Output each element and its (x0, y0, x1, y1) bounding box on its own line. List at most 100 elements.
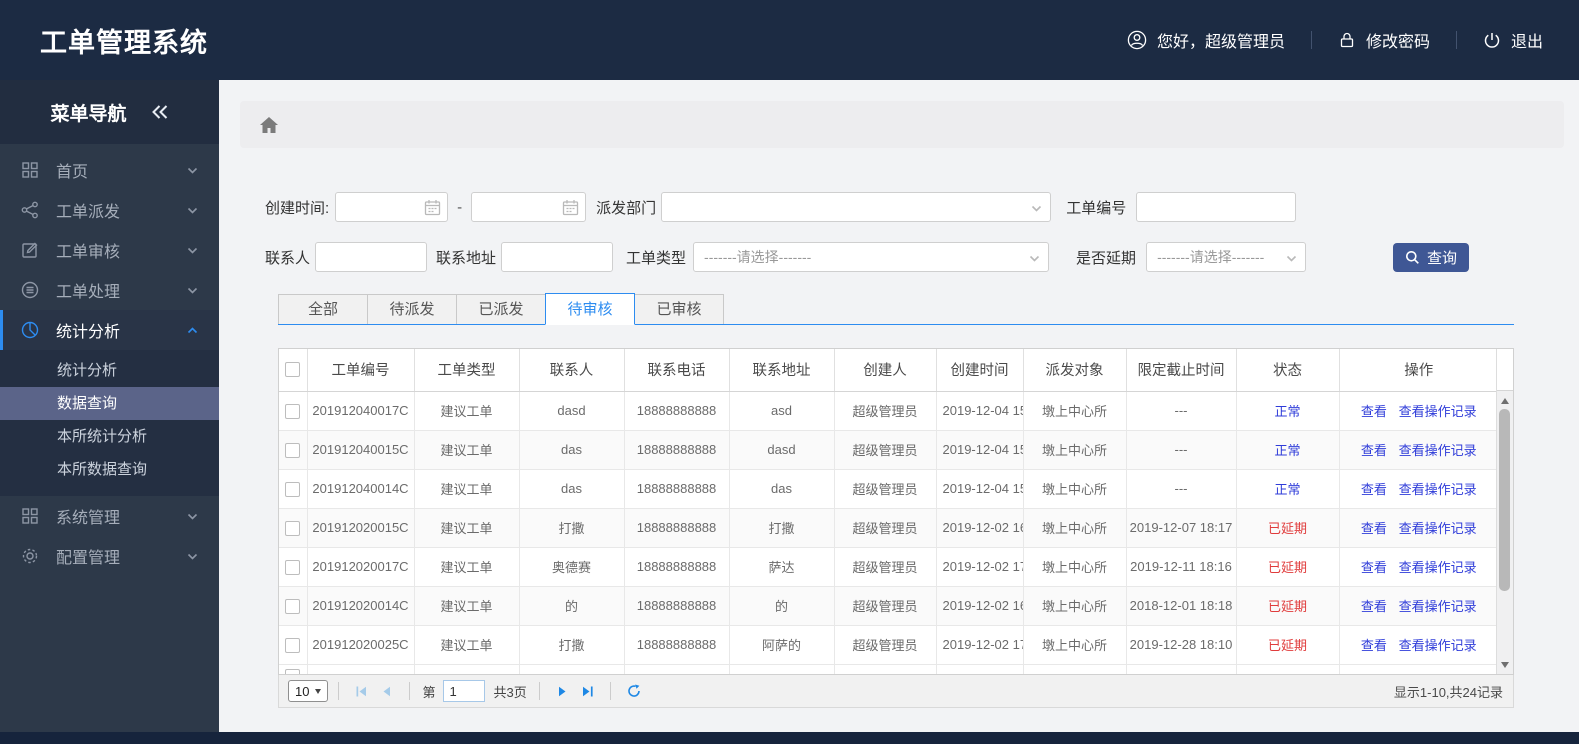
next-page-button[interactable] (556, 685, 569, 698)
first-page-button[interactable] (355, 685, 368, 698)
view-log-link[interactable]: 查看操作记录 (1399, 599, 1477, 614)
divider (538, 682, 540, 700)
row-checkbox[interactable] (285, 598, 301, 614)
breadcrumb (240, 101, 1564, 148)
sidebar-subitem-office-data-query[interactable]: 本所数据查询 (0, 453, 219, 486)
row-checkbox[interactable] (285, 403, 301, 419)
sidebar-title: 菜单导航 (0, 80, 219, 144)
user-greeting[interactable]: 您好，超级管理员 (1127, 28, 1285, 52)
view-link[interactable]: 查看 (1361, 638, 1387, 653)
table-row: 201912040015C 建议工单 das 18888888888 dasd … (279, 430, 1498, 470)
cell-checkbox (279, 625, 308, 665)
prev-page-button[interactable] (380, 685, 393, 698)
change-password-button[interactable]: 修改密码 (1338, 28, 1430, 52)
view-link[interactable]: 查看 (1361, 443, 1387, 458)
cell-contact: das (519, 430, 625, 470)
cell-dispatch-target: 墩上中心所 (1023, 547, 1127, 587)
cell-status: 已延期 (1236, 547, 1340, 587)
row-checkbox[interactable] (285, 481, 301, 497)
sidebar-item-statistics[interactable]: 统计分析 (0, 310, 219, 350)
grid-icon (21, 507, 41, 525)
tab-all[interactable]: 全部 (278, 294, 368, 324)
record-summary: 显示1-10,共24记录 (1393, 684, 1503, 700)
view-link[interactable]: 查看 (1361, 599, 1387, 614)
row-checkbox[interactable] (285, 668, 301, 674)
sidebar-subitem-statistics[interactable]: 统计分析 (0, 354, 219, 387)
order-no-input[interactable] (1136, 192, 1297, 222)
cell-address: 的 (729, 586, 835, 626)
scrollbar-thumb[interactable] (1499, 409, 1510, 591)
cell-status: 正常 (1236, 391, 1340, 431)
dispatch-dept-select[interactable] (661, 192, 1052, 222)
scroll-down-arrow[interactable] (1501, 662, 1509, 668)
col-header-address: 联系地址 (729, 349, 835, 392)
sidebar-item-config[interactable]: 配置管理 (0, 536, 219, 576)
view-log-link[interactable]: 查看操作记录 (1399, 404, 1477, 419)
sidebar-item-dispatch[interactable]: 工单派发 (0, 190, 219, 230)
page-number-input[interactable] (443, 680, 486, 702)
table-row: 201912020014C 建议工单 的 18888888888 的 超级管理员… (279, 586, 1498, 626)
search-button[interactable]: 查询 (1393, 242, 1469, 272)
cell-status: 已延期 (1236, 625, 1340, 665)
row-checkbox[interactable] (285, 559, 301, 575)
address-label: 联系地址 (436, 249, 497, 267)
cell-phone: 18888888888 (624, 508, 730, 548)
row-checkbox[interactable] (285, 520, 301, 536)
sidebar-item-home[interactable]: 首页 (0, 150, 219, 190)
row-checkbox[interactable] (285, 442, 301, 458)
collapse-sidebar-icon[interactable] (151, 104, 169, 120)
logout-button[interactable]: 退出 (1483, 28, 1543, 52)
cell-order-no: 201912020014C (307, 586, 415, 626)
cell-actions: 查看 查看操作记录 (1339, 508, 1498, 548)
row-checkbox[interactable] (285, 637, 301, 653)
sidebar-item-review[interactable]: 工单审核 (0, 230, 219, 270)
is-delayed-select[interactable]: -------请选择------- (1146, 242, 1307, 272)
chevron-down-icon (315, 688, 322, 694)
view-log-link[interactable]: 查看操作记录 (1399, 638, 1477, 653)
chevron-down-icon (1285, 252, 1298, 265)
date-range-separator: - (457, 198, 463, 216)
view-link[interactable]: 查看 (1361, 404, 1387, 419)
home-icon[interactable] (259, 116, 279, 134)
view-link[interactable]: 查看 (1361, 521, 1387, 536)
tab-reviewed[interactable]: 已审核 (634, 294, 724, 324)
view-log-link[interactable]: 查看操作记录 (1399, 560, 1477, 575)
view-link[interactable]: 查看 (1361, 482, 1387, 497)
cell-checkbox (279, 430, 308, 470)
scrollbar-track[interactable] (1497, 392, 1513, 674)
cell-creator: 超级管理员 (834, 547, 937, 587)
tab-dispatched[interactable]: 已派发 (456, 294, 546, 324)
cell-contact: 的 (519, 586, 625, 626)
cell-order-no: 201912020017C (307, 547, 415, 587)
created-time-from-input[interactable] (335, 192, 449, 222)
chevron-down-icon (186, 164, 199, 177)
lock-icon (1338, 31, 1356, 49)
view-log-link[interactable]: 查看操作记录 (1399, 443, 1477, 458)
order-type-select[interactable]: -------请选择------- (693, 242, 1050, 272)
cell-creator: 超级管理员 (834, 508, 937, 548)
view-log-link[interactable]: 查看操作记录 (1399, 521, 1477, 536)
scroll-up-arrow[interactable] (1501, 398, 1509, 404)
address-input[interactable] (501, 242, 614, 272)
cell-actions: 查看 查看操作记录 (1339, 625, 1498, 665)
tab-to-dispatch[interactable]: 待派发 (367, 294, 457, 324)
sidebar-item-process[interactable]: 工单处理 (0, 270, 219, 310)
divider (1310, 31, 1312, 49)
contact-input[interactable] (315, 242, 428, 272)
cell-created-time: 2019-12-02 16 (936, 508, 1024, 548)
cell-dispatch-target: 墩上中心所 (1023, 430, 1127, 470)
work-order-table: 工单编号 工单类型 联系人 联系电话 联系地址 创建人 创建时间 派发对象 限定… (278, 348, 1514, 675)
last-page-button[interactable] (581, 685, 594, 698)
sidebar-subitem-office-statistics[interactable]: 本所统计分析 (0, 420, 219, 453)
divider (409, 682, 411, 700)
created-time-to-input[interactable] (471, 192, 587, 222)
view-log-link[interactable]: 查看操作记录 (1399, 482, 1477, 497)
sidebar-subitem-data-query[interactable]: 数据查询 (0, 387, 219, 420)
select-all-checkbox[interactable] (285, 362, 301, 378)
page-size-select[interactable]: 10 (288, 680, 329, 702)
view-link[interactable]: 查看 (1361, 560, 1387, 575)
cell-created-time: 2019-12-02 16 (936, 586, 1024, 626)
refresh-button[interactable] (627, 684, 641, 698)
sidebar-item-system[interactable]: 系统管理 (0, 496, 219, 536)
tab-to-review[interactable]: 待审核 (545, 293, 635, 325)
